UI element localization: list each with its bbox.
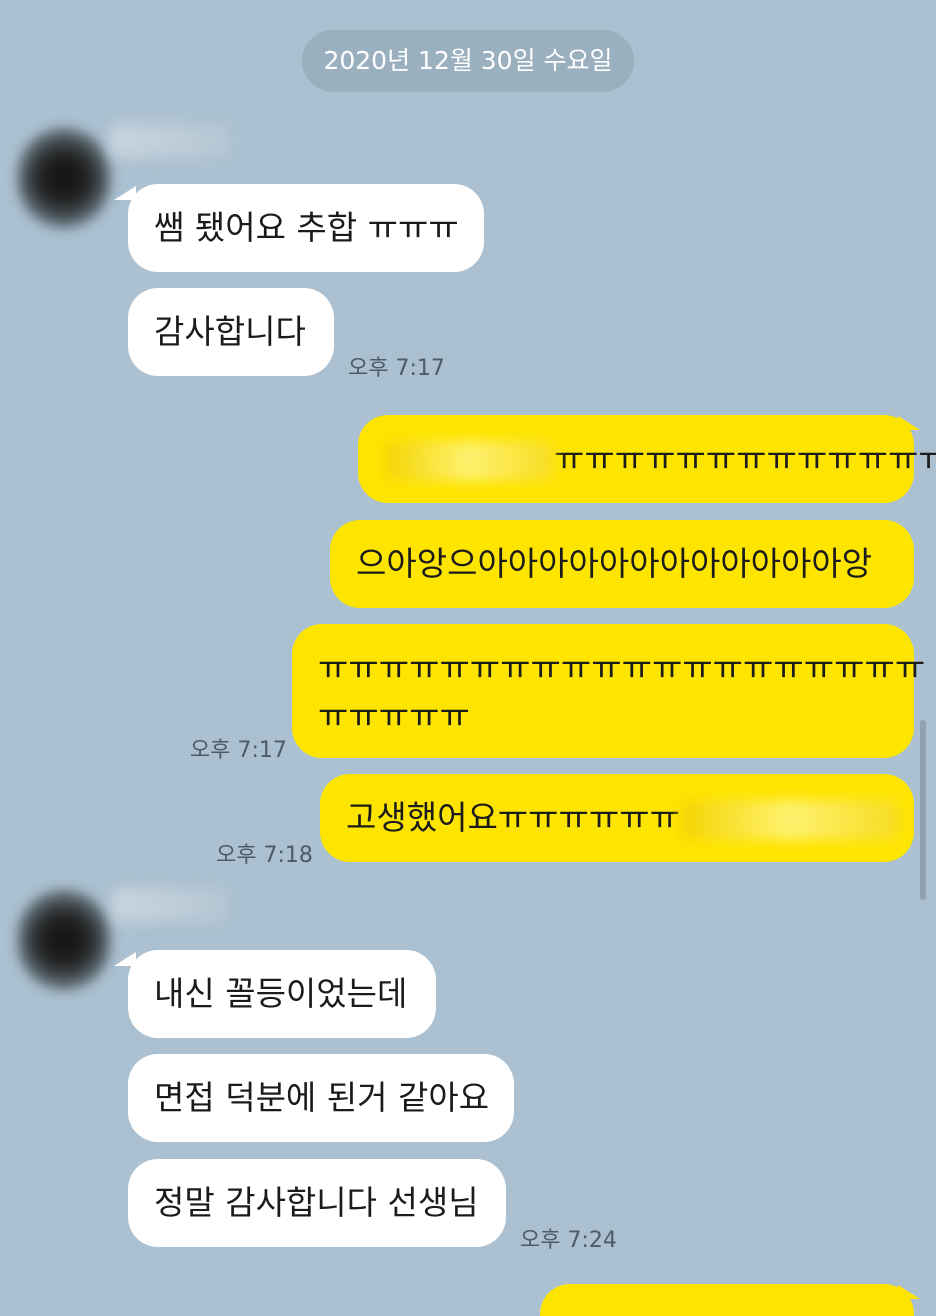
message-text: 면접 덕분에 된거 같아요 — [154, 1078, 490, 1117]
message-bubble-incoming[interactable]: 감사합니다 — [128, 288, 334, 376]
message-bubble-outgoing[interactable]: 고생했어요ㅠㅠㅠㅠㅠㅠ — [320, 774, 914, 862]
message-bubble-incoming[interactable]: 쌤 됐어요 추합 ㅠㅠㅠ — [128, 184, 484, 272]
message-bubble-incoming[interactable]: 정말 감사합니다 선생님 — [128, 1159, 506, 1247]
message-text: 내신 꼴등이었는데 — [154, 974, 408, 1013]
message-text: 으아앙으아아아아아아아아아아아아앙 — [356, 544, 873, 583]
bubble-tail — [898, 1285, 920, 1299]
redacted-text — [384, 440, 554, 481]
message-text-line: ㅠㅠㅠㅠㅠ — [318, 696, 470, 735]
sender-name-redacted — [110, 124, 230, 158]
message-text: 정말 감사합니다 선생님 — [154, 1183, 479, 1222]
scrollbar-thumb[interactable] — [920, 720, 926, 900]
bubble-tail — [898, 416, 920, 430]
message-bubble-incoming[interactable]: 면접 덕분에 된거 같아요 — [128, 1054, 514, 1142]
message-text: 쌤 됐어요 추합 ㅠㅠㅠ — [154, 208, 459, 247]
date-divider: 2020년 12월 30일 수요일 — [302, 30, 634, 92]
bubble-tail — [114, 186, 136, 200]
message-text: 감사합니다 — [154, 312, 306, 351]
sender-name-redacted — [112, 888, 228, 922]
message-time: 오후 7:17 — [348, 356, 445, 381]
message-bubble-outgoing[interactable]: ㅠㅠㅠㅠㅠㅠㅠㅠㅠㅠㅠㅠㅠㅠㅠㅠㅠㅠㅠㅠ ㅠㅠㅠㅠㅠ — [292, 624, 926, 758]
message-text-line: ㅠㅠㅠㅠㅠㅠㅠㅠㅠㅠㅠㅠㅠㅠㅠㅠㅠㅠㅠㅠ — [318, 648, 926, 687]
message-text: ㅠㅠㅠㅠㅠㅠㅠㅠㅠㅠㅠㅠㅠ — [554, 439, 936, 478]
sender-avatar[interactable] — [18, 890, 110, 990]
sender-avatar[interactable] — [18, 128, 110, 228]
message-time: 오후 7:24 — [520, 1228, 617, 1253]
message-bubble-outgoing[interactable]: ㅠㅠㅠㅠㅠㅠㅠㅠㅠㅠㅠㅠㅠ — [358, 415, 936, 503]
message-bubble-incoming[interactable]: 내신 꼴등이었는데 — [128, 950, 436, 1038]
message-time: 오후 7:17 — [190, 738, 287, 763]
bubble-tail — [114, 952, 136, 966]
message-time: 오후 7:18 — [216, 843, 313, 868]
redacted-text — [679, 799, 900, 840]
message-text: 고생했어요ㅠㅠㅠㅠㅠㅠ — [346, 798, 680, 837]
message-bubble-outgoing-partial[interactable] — [540, 1284, 914, 1316]
message-bubble-outgoing[interactable]: 으아앙으아아아아아아아아아아아아앙 — [330, 520, 914, 608]
